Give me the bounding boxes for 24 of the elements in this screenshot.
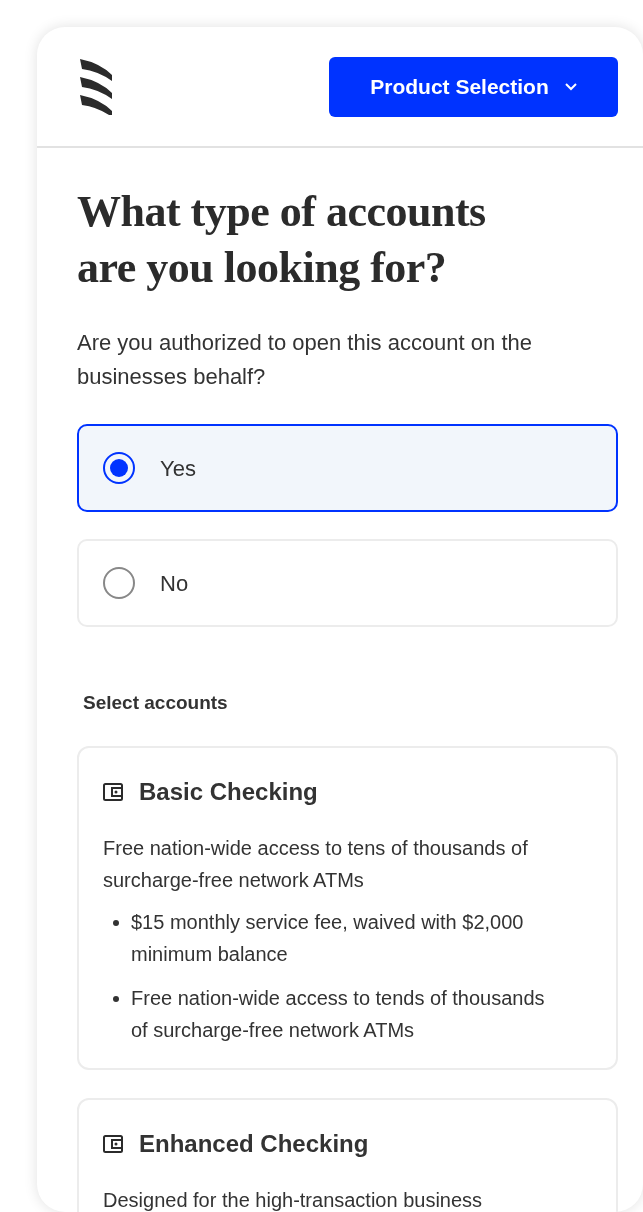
wallet-icon [103,782,123,801]
chevron-down-icon [564,82,577,91]
bullet-icon [113,995,119,1002]
feature-text: $15 monthly service fee, waived with $2,000 minimum balance [131,909,525,967]
option-label: No [160,569,189,598]
account-description: Free nation-wide access to tens of thousands of surcharge-free network ATMs [103,835,529,893]
account-card[interactable] [77,745,618,1070]
radio-option[interactable]: Yes [77,424,618,512]
account-name: Enhanced Checking [139,1128,369,1159]
feature-text: Free nation-wide access to tends of thousands of surcharge-free network ATMs [131,985,546,1043]
bullet-icon [113,919,119,926]
page-heading: What type of accounts are you looking for? [77,186,487,294]
radio-button[interactable] [103,452,135,484]
section-label: Select accounts [83,691,229,715]
option-label: Yes [160,454,196,483]
account-description: Designed for the high-transaction business [103,1187,484,1212]
logo-icon [80,58,112,115]
radio-option[interactable]: No [77,539,618,627]
account-card[interactable]: Enhanced Checking Designed for the high-transaction business [77,1097,618,1212]
radio-button[interactable] [103,567,135,599]
account-name: Basic Checking [139,776,318,807]
wallet-icon [103,1134,123,1153]
question-text: Are you authorized to open this account on the businesses behalf? [77,329,533,391]
product-selection-dropdown[interactable]: Product Selection [329,56,618,117]
